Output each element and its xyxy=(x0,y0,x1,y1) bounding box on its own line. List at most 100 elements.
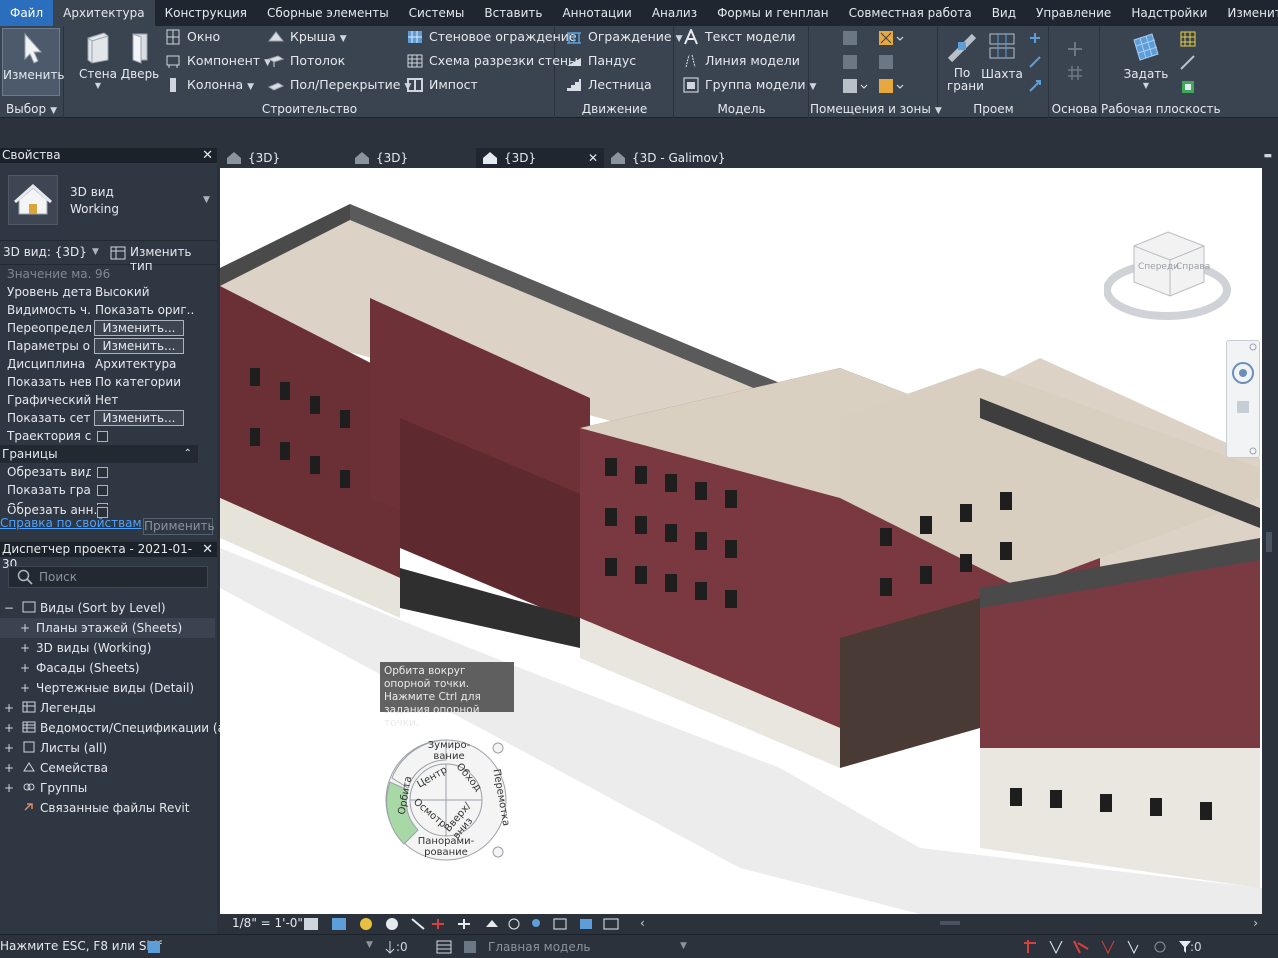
expand-icon[interactable]: + xyxy=(20,658,30,678)
collapse-icon[interactable]: − xyxy=(4,598,14,618)
tree-node-elevations[interactable]: + Фасады (Sheets) xyxy=(20,658,140,678)
menu-modify[interactable]: Изменить xyxy=(1217,0,1278,26)
main-model-icon[interactable] xyxy=(462,939,478,955)
area-tag-icon[interactable] xyxy=(878,78,904,94)
ramp-button[interactable]: Пандус xyxy=(566,50,636,72)
apply-button[interactable]: Применить xyxy=(143,518,215,535)
menu-precast[interactable]: Сборные элементы xyxy=(257,0,399,26)
prop-row-parts-visibility[interactable]: Видимость ч... Показать ориг... xyxy=(0,301,198,319)
worksharing-icon[interactable] xyxy=(146,939,162,955)
expand-icon[interactable]: + xyxy=(20,638,30,658)
design-options-icon[interactable] xyxy=(436,940,452,954)
ceiling-button[interactable]: Потолок xyxy=(268,50,345,72)
component-button[interactable]: Компонент ▼ xyxy=(165,50,271,72)
crop-view-checkbox[interactable] xyxy=(97,467,108,478)
3d-viewport[interactable]: Спереди Справа Орбита вокруг опорной точ… xyxy=(220,168,1262,914)
curtain-grid-button[interactable]: Схема разрезки стены xyxy=(407,50,578,72)
viewcube-right-face[interactable]: Справа xyxy=(1176,262,1210,272)
steering-wheel[interactable]: Зумиро-вание Орбита Центр Обход Перемотк… xyxy=(382,738,511,862)
annotation-crop-checkbox[interactable] xyxy=(97,503,108,505)
prop-section-extents[interactable]: Границы ⌃ xyxy=(0,445,198,463)
select-panel-label[interactable]: Выбор ▼ xyxy=(0,102,63,116)
door-button[interactable]: Дверь xyxy=(111,28,169,96)
scroll-left-icon[interactable]: ‹ xyxy=(640,916,645,930)
room-separator-icon[interactable] xyxy=(842,54,858,70)
menu-file[interactable]: Файл xyxy=(0,0,54,26)
grid-icon[interactable] xyxy=(1066,64,1084,82)
selection-toggle-icons[interactable] xyxy=(1022,939,1182,955)
column-button[interactable]: Колонна ▼ xyxy=(165,74,254,96)
menu-view[interactable]: Вид xyxy=(982,0,1026,26)
view-instance-selector[interactable]: 3D вид: {3D} xyxy=(3,245,87,259)
tree-node-revit-links[interactable]: Связанные файлы Revit xyxy=(22,798,189,818)
close-tab-icon[interactable]: ✕ xyxy=(588,148,598,168)
expand-icon[interactable]: + xyxy=(20,678,30,698)
dormer-opening-icon[interactable] xyxy=(1027,78,1043,94)
show-workplane-icon[interactable] xyxy=(1179,30,1197,48)
graphic-display-edit-button[interactable]: Изменить... xyxy=(94,338,184,354)
tree-node-3d-views[interactable]: +3D виды (Working) xyxy=(20,638,151,658)
tree-node-legends[interactable]: + Легенды xyxy=(4,698,96,718)
mullion-button[interactable]: Импост xyxy=(407,74,478,96)
menu-insert[interactable]: Вставить xyxy=(474,0,552,26)
expand-icon[interactable]: + xyxy=(4,758,14,778)
railing-button[interactable]: Ограждение ▼ xyxy=(566,26,683,48)
set-dropdown-icon[interactable]: ▼ xyxy=(1117,81,1175,90)
vg-overrides-edit-button[interactable]: Изменить... xyxy=(94,320,184,336)
view-selector-dropdown-icon[interactable]: ▼ xyxy=(92,247,99,257)
area-icon[interactable] xyxy=(878,54,894,70)
roof-button[interactable]: Крыша ▼ xyxy=(268,26,347,48)
tab-3d-1[interactable]: {3D} xyxy=(220,148,348,168)
model-text-button[interactable]: Текст модели xyxy=(683,26,796,48)
menu-manage[interactable]: Управление xyxy=(1026,0,1121,26)
set-workplane-button[interactable]: Задать ▼ xyxy=(1117,28,1175,96)
tree-node-groups[interactable]: + Группы xyxy=(4,778,87,798)
area-boundary-icon[interactable] xyxy=(842,78,868,94)
tab-3d-active[interactable]: {3D} ✕ xyxy=(476,148,604,168)
close-properties-icon[interactable]: ✕ xyxy=(202,148,213,163)
view-control-icons[interactable] xyxy=(304,917,644,931)
menu-massing[interactable]: Формы и генплан xyxy=(707,0,839,26)
vertical-opening-icon[interactable] xyxy=(1027,54,1043,70)
sun-path-checkbox[interactable] xyxy=(97,431,108,442)
expand-icon[interactable]: + xyxy=(4,738,14,758)
modify-button[interactable]: Изменить xyxy=(2,28,65,96)
menu-architecture[interactable]: Архитектура xyxy=(53,0,155,26)
wheel-pan-button[interactable]: Панорами-рование xyxy=(412,836,480,858)
horizontal-scroll-thumb[interactable] xyxy=(940,921,960,925)
menu-analyze[interactable]: Анализ xyxy=(642,0,707,26)
browser-search-input[interactable]: Поиск xyxy=(8,566,208,588)
viewcube-front-face[interactable]: Спереди xyxy=(1138,262,1179,272)
tree-node-views[interactable]: − Виды (Sort by Level) xyxy=(4,598,166,618)
menu-addins[interactable]: Надстройки xyxy=(1121,0,1217,26)
viewer-icon[interactable] xyxy=(1179,78,1197,96)
prop-row-discipline[interactable]: Дисциплина Архитектура xyxy=(0,355,198,373)
tree-node-schedules[interactable]: + Ведомости/Спецификации (all) xyxy=(4,718,236,738)
tab-3d-galimov[interactable]: {3D - Galimov} xyxy=(604,148,764,168)
scroll-right-icon[interactable]: › xyxy=(1253,916,1258,930)
menu-structure[interactable]: Конструкция xyxy=(155,0,257,26)
curtain-system-button[interactable]: Стеновое ограждение xyxy=(407,26,577,48)
editable-only-icon[interactable] xyxy=(384,939,396,955)
room-icon[interactable] xyxy=(842,30,858,46)
workset-dropdown-icon[interactable]: ▼ xyxy=(366,940,373,950)
room-tag-icon[interactable] xyxy=(878,30,904,46)
expand-icon[interactable]: + xyxy=(4,698,14,718)
collapse-section-icon[interactable]: ⌃ xyxy=(184,445,192,463)
tree-node-drafting-views[interactable]: + Чертежные виды (Detail) xyxy=(20,678,194,698)
prop-row-hidden-lines[interactable]: Показать нев...По категории xyxy=(0,373,198,391)
tabs-menu-icon[interactable]: ▬ xyxy=(1263,151,1272,161)
viewport-vertical-scrollbar[interactable] xyxy=(1262,168,1278,914)
prop-row-default-analysis[interactable]: Графический...Нет xyxy=(0,391,198,409)
close-browser-icon[interactable]: ✕ xyxy=(202,542,213,557)
shaft-button[interactable]: Шахта xyxy=(979,28,1025,96)
type-selector[interactable]: 3D вид Working ▼ xyxy=(0,163,217,241)
menu-annotate[interactable]: Аннотации xyxy=(552,0,641,26)
menu-systems[interactable]: Системы xyxy=(399,0,475,26)
expand-icon[interactable]: + xyxy=(20,618,30,638)
floor-button[interactable]: Пол/Перекрытие ▼ xyxy=(268,74,411,96)
crop-region-visible-checkbox[interactable] xyxy=(97,485,108,496)
expand-icon[interactable]: + xyxy=(4,778,14,798)
expand-icon[interactable]: + xyxy=(4,718,14,738)
tree-node-sheets[interactable]: + Листы (all) xyxy=(4,738,107,758)
